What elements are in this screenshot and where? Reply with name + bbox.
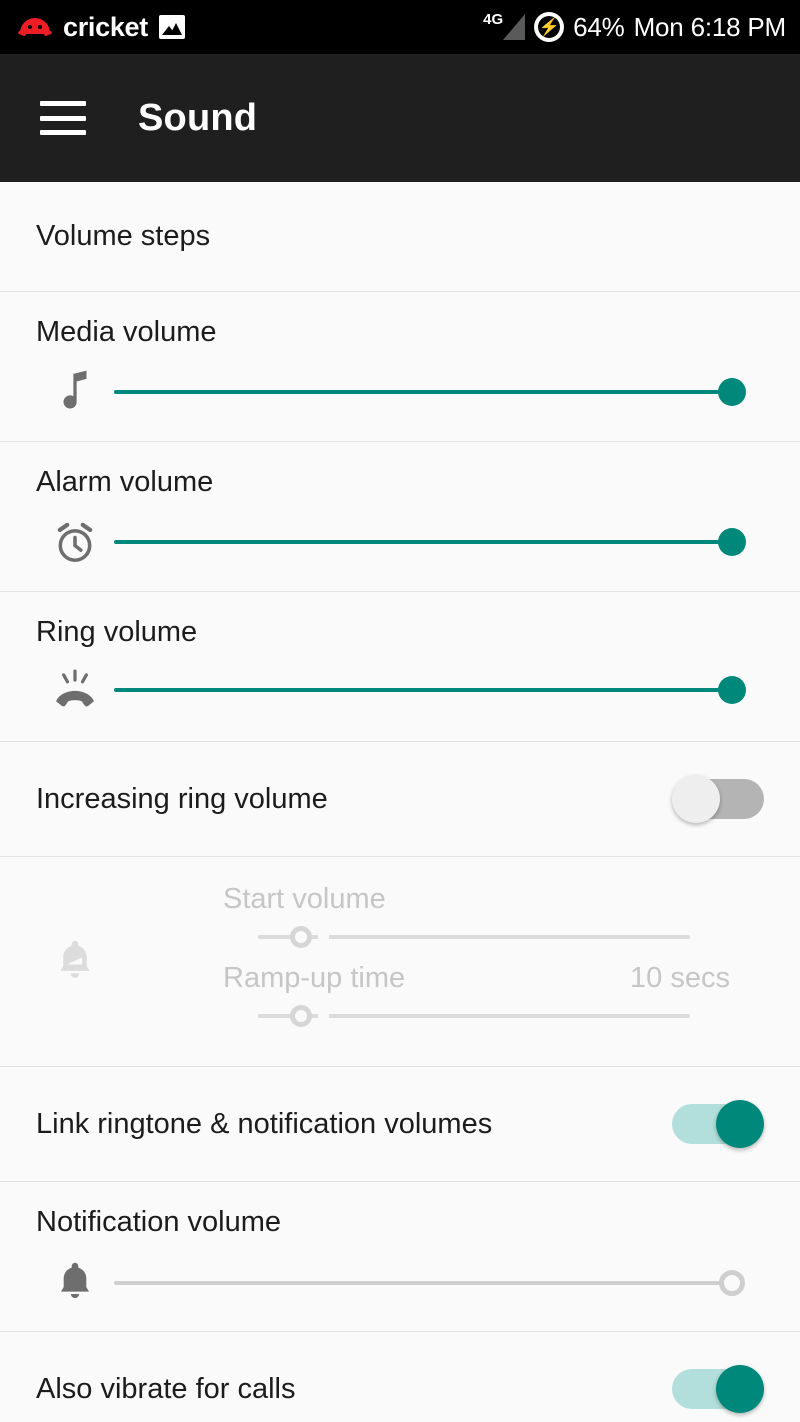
hamburger-menu-icon[interactable]	[40, 101, 86, 135]
setting-volume-steps[interactable]: Volume steps	[0, 182, 800, 292]
setting-notification-volume[interactable]: Notification volume	[0, 1182, 800, 1332]
vibrate-for-calls-switch[interactable]	[672, 1365, 764, 1413]
settings-list: Volume steps Media volume Alarm volume R…	[0, 182, 800, 1422]
ramp-settings-body: Start volume Ramp-up time 10 secs	[114, 883, 764, 1041]
status-bar-left: cricket	[17, 11, 185, 43]
setting-label: Link ringtone & notification volumes	[36, 1107, 493, 1140]
android-robot-head-icon	[17, 14, 53, 40]
signal-bars-icon: 4G	[483, 11, 526, 42]
ramp-up-time-label: Ramp-up time	[223, 961, 406, 994]
page-title: Sound	[138, 96, 258, 139]
setting-label: Media volume	[36, 316, 217, 348]
ring-volume-slider[interactable]	[114, 673, 746, 707]
setting-label: Also vibrate for calls	[36, 1372, 296, 1405]
alarm-volume-slider[interactable]	[114, 525, 746, 559]
setting-vibrate-for-calls[interactable]: Also vibrate for calls	[0, 1332, 800, 1422]
photo-image-icon	[158, 15, 185, 39]
alarm-clock-icon	[36, 519, 114, 565]
increasing-ring-volume-switch[interactable]	[672, 775, 764, 823]
setting-increasing-ring-details: Start volume Ramp-up time 10 secs	[0, 857, 800, 1067]
setting-alarm-volume[interactable]: Alarm volume	[0, 442, 800, 592]
carrier-name: cricket	[63, 11, 148, 42]
setting-label: Alarm volume	[36, 466, 214, 498]
setting-label: Ring volume	[36, 616, 198, 648]
status-bar-right: 4G ⚡ 64% Mon 6:18 PM	[483, 11, 787, 43]
media-volume-slider[interactable]	[114, 375, 746, 409]
app-bar: Sound	[0, 54, 800, 182]
status-bar: cricket 4G ⚡ 64% Mon 6:18 PM	[0, 0, 800, 54]
music-note-icon	[36, 369, 114, 415]
setting-ring-volume[interactable]: Ring volume	[0, 592, 800, 742]
ringing-phone-icon	[36, 669, 114, 711]
battery-percent: 64%	[573, 11, 625, 42]
setting-label: Notification volume	[36, 1206, 281, 1238]
bell-icon	[36, 1259, 114, 1307]
setting-label: Increasing ring volume	[36, 782, 328, 815]
clock: Mon 6:18 PM	[633, 11, 787, 42]
setting-media-volume[interactable]: Media volume	[0, 292, 800, 442]
ramp-up-time-value: 10 secs	[630, 961, 730, 994]
bell-ramp-icon	[36, 937, 114, 987]
battery-charging-icon: ⚡	[534, 12, 565, 42]
setting-label: Volume steps	[36, 220, 211, 252]
start-volume-slider	[258, 922, 690, 952]
notification-volume-slider[interactable]	[114, 1266, 745, 1300]
network-type-label: 4G	[483, 11, 504, 28]
setting-link-volumes[interactable]: Link ringtone & notification volumes	[0, 1067, 800, 1182]
link-volumes-switch[interactable]	[672, 1100, 764, 1148]
start-volume-label: Start volume	[223, 882, 386, 915]
setting-increasing-ring-volume[interactable]: Increasing ring volume	[0, 742, 800, 857]
ramp-up-time-slider	[258, 1001, 690, 1031]
